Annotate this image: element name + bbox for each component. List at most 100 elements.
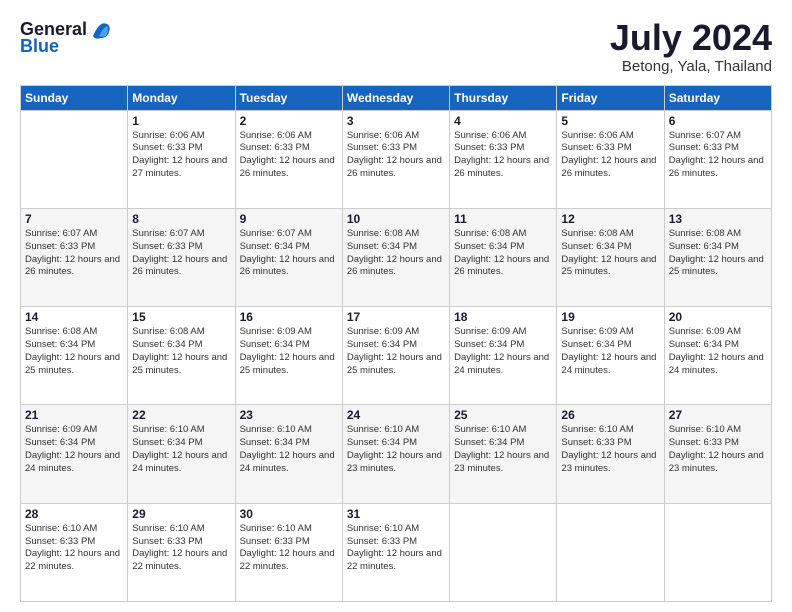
day-cell: 10 Sunrise: 6:08 AMSunset: 6:34 PMDayligh… (342, 208, 449, 306)
day-number: 16 (240, 310, 338, 324)
day-info: Sunrise: 6:09 AMSunset: 6:34 PMDaylight:… (669, 326, 767, 377)
day-header-saturday: Saturday (664, 85, 771, 110)
day-info: Sunrise: 6:08 AMSunset: 6:34 PMDaylight:… (454, 228, 552, 279)
day-number: 8 (132, 212, 230, 226)
page: General Blue July 2024 Betong, Yala, Tha… (0, 0, 792, 612)
day-number: 11 (454, 212, 552, 226)
day-cell: 7Sunrise: 6:07 AMSunset: 6:33 PMDaylight… (21, 208, 128, 306)
day-cell: 30 Sunrise: 6:10 AMSunset: 6:33 PMDayligh… (235, 503, 342, 601)
day-cell: 2 Sunrise: 6:06 AMSunset: 6:33 PMDaylight… (235, 110, 342, 208)
day-info: Sunrise: 6:07 AMSunset: 6:33 PMDaylight:… (132, 228, 230, 279)
day-info: Sunrise: 6:10 AMSunset: 6:34 PMDaylight:… (347, 424, 445, 475)
day-cell: 23Sunrise: 6:10 AMSunset: 6:34 PMDayligh… (235, 405, 342, 503)
day-number: 13 (669, 212, 767, 226)
day-number: 14 (25, 310, 123, 324)
day-cell: 9Sunrise: 6:07 AMSunset: 6:34 PMDaylight… (235, 208, 342, 306)
day-info: Sunrise: 6:10 AMSunset: 6:33 PMDaylight:… (561, 424, 659, 475)
day-info: Sunrise: 6:06 AMSunset: 6:33 PMDaylight:… (347, 130, 445, 181)
day-number: 30 (240, 507, 338, 521)
day-cell: 19 Sunrise: 6:09 AMSunset: 6:34 PMDayligh… (557, 307, 664, 405)
day-header-tuesday: Tuesday (235, 85, 342, 110)
day-info: Sunrise: 6:10 AMSunset: 6:34 PMDaylight:… (132, 424, 230, 475)
day-cell: 6Sunrise: 6:07 AMSunset: 6:33 PMDaylight… (664, 110, 771, 208)
day-cell: 17 Sunrise: 6:09 AMSunset: 6:34 PMDayligh… (342, 307, 449, 405)
day-number: 10 (347, 212, 445, 226)
day-number: 20 (669, 310, 767, 324)
day-cell: 3 Sunrise: 6:06 AMSunset: 6:33 PMDaylight… (342, 110, 449, 208)
day-cell: 25 Sunrise: 6:10 AMSunset: 6:34 PMDayligh… (450, 405, 557, 503)
day-info: Sunrise: 6:10 AMSunset: 6:33 PMDaylight:… (669, 424, 767, 475)
day-info: Sunrise: 6:09 AMSunset: 6:34 PMDaylight:… (347, 326, 445, 377)
day-cell: 4 Sunrise: 6:06 AMSunset: 6:33 PMDaylight… (450, 110, 557, 208)
day-cell: 22Sunrise: 6:10 AMSunset: 6:34 PMDayligh… (128, 405, 235, 503)
logo-blue-text: Blue (20, 36, 59, 57)
day-number: 17 (347, 310, 445, 324)
day-header-sunday: Sunday (21, 85, 128, 110)
day-info: Sunrise: 6:10 AMSunset: 6:33 PMDaylight:… (347, 523, 445, 574)
day-number: 29 (132, 507, 230, 521)
day-cell: 28 Sunrise: 6:10 AMSunset: 6:33 PMDayligh… (21, 503, 128, 601)
day-cell: 20 Sunrise: 6:09 AMSunset: 6:34 PMDayligh… (664, 307, 771, 405)
day-cell: 24 Sunrise: 6:10 AMSunset: 6:34 PMDayligh… (342, 405, 449, 503)
day-info: Sunrise: 6:10 AMSunset: 6:34 PMDaylight:… (454, 424, 552, 475)
day-number: 15 (132, 310, 230, 324)
day-info: Sunrise: 6:08 AMSunset: 6:34 PMDaylight:… (25, 326, 123, 377)
day-cell: 27Sunrise: 6:10 AMSunset: 6:33 PMDayligh… (664, 405, 771, 503)
day-number: 24 (347, 408, 445, 422)
day-info: Sunrise: 6:10 AMSunset: 6:33 PMDaylight:… (25, 523, 123, 574)
day-info: Sunrise: 6:09 AMSunset: 6:34 PMDaylight:… (240, 326, 338, 377)
day-cell: 13 Sunrise: 6:08 AMSunset: 6:34 PMDayligh… (664, 208, 771, 306)
week-row-4: 21 Sunrise: 6:09 AMSunset: 6:34 PMDayligh… (21, 405, 772, 503)
day-number: 6 (669, 114, 767, 128)
day-info: Sunrise: 6:08 AMSunset: 6:34 PMDaylight:… (669, 228, 767, 279)
day-header-wednesday: Wednesday (342, 85, 449, 110)
day-cell: 8 Sunrise: 6:07 AMSunset: 6:33 PMDaylight… (128, 208, 235, 306)
day-number: 26 (561, 408, 659, 422)
calendar-table: SundayMondayTuesdayWednesdayThursdayFrid… (20, 85, 772, 602)
day-info: Sunrise: 6:09 AMSunset: 6:34 PMDaylight:… (561, 326, 659, 377)
day-cell: 29Sunrise: 6:10 AMSunset: 6:33 PMDayligh… (128, 503, 235, 601)
day-info: Sunrise: 6:06 AMSunset: 6:33 PMDaylight:… (240, 130, 338, 181)
day-cell (557, 503, 664, 601)
day-cell: 14 Sunrise: 6:08 AMSunset: 6:34 PMDayligh… (21, 307, 128, 405)
day-number: 2 (240, 114, 338, 128)
month-year: July 2024 (610, 18, 772, 58)
day-cell: 5 Sunrise: 6:06 AMSunset: 6:33 PMDaylight… (557, 110, 664, 208)
day-number: 19 (561, 310, 659, 324)
day-info: Sunrise: 6:07 AMSunset: 6:34 PMDaylight:… (240, 228, 338, 279)
day-number: 4 (454, 114, 552, 128)
day-number: 3 (347, 114, 445, 128)
day-number: 21 (25, 408, 123, 422)
week-row-3: 14 Sunrise: 6:08 AMSunset: 6:34 PMDayligh… (21, 307, 772, 405)
day-cell: 1 Sunrise: 6:06 AMSunset: 6:33 PMDaylight… (128, 110, 235, 208)
day-cell: 12 Sunrise: 6:08 AMSunset: 6:34 PMDayligh… (557, 208, 664, 306)
header-row: SundayMondayTuesdayWednesdayThursdayFrid… (21, 85, 772, 110)
day-number: 12 (561, 212, 659, 226)
logo: General Blue (20, 18, 111, 57)
week-row-1: 1 Sunrise: 6:06 AMSunset: 6:33 PMDaylight… (21, 110, 772, 208)
day-info: Sunrise: 6:10 AMSunset: 6:33 PMDaylight:… (240, 523, 338, 574)
day-cell: 26 Sunrise: 6:10 AMSunset: 6:33 PMDayligh… (557, 405, 664, 503)
day-number: 18 (454, 310, 552, 324)
day-info: Sunrise: 6:10 AMSunset: 6:34 PMDaylight:… (240, 424, 338, 475)
location: Betong, Yala, Thailand (610, 58, 772, 75)
day-cell: 11 Sunrise: 6:08 AMSunset: 6:34 PMDayligh… (450, 208, 557, 306)
day-info: Sunrise: 6:06 AMSunset: 6:33 PMDaylight:… (132, 130, 230, 181)
day-header-thursday: Thursday (450, 85, 557, 110)
day-number: 1 (132, 114, 230, 128)
day-info: Sunrise: 6:08 AMSunset: 6:34 PMDaylight:… (561, 228, 659, 279)
day-number: 5 (561, 114, 659, 128)
day-cell: 15 Sunrise: 6:08 AMSunset: 6:34 PMDayligh… (128, 307, 235, 405)
day-cell: 31Sunrise: 6:10 AMSunset: 6:33 PMDayligh… (342, 503, 449, 601)
week-row-2: 7Sunrise: 6:07 AMSunset: 6:33 PMDaylight… (21, 208, 772, 306)
day-info: Sunrise: 6:09 AMSunset: 6:34 PMDaylight:… (454, 326, 552, 377)
day-cell (21, 110, 128, 208)
day-info: Sunrise: 6:06 AMSunset: 6:33 PMDaylight:… (454, 130, 552, 181)
day-info: Sunrise: 6:08 AMSunset: 6:34 PMDaylight:… (132, 326, 230, 377)
day-info: Sunrise: 6:09 AMSunset: 6:34 PMDaylight:… (25, 424, 123, 475)
day-info: Sunrise: 6:08 AMSunset: 6:34 PMDaylight:… (347, 228, 445, 279)
day-number: 25 (454, 408, 552, 422)
day-number: 28 (25, 507, 123, 521)
day-info: Sunrise: 6:06 AMSunset: 6:33 PMDaylight:… (561, 130, 659, 181)
day-cell: 16 Sunrise: 6:09 AMSunset: 6:34 PMDayligh… (235, 307, 342, 405)
